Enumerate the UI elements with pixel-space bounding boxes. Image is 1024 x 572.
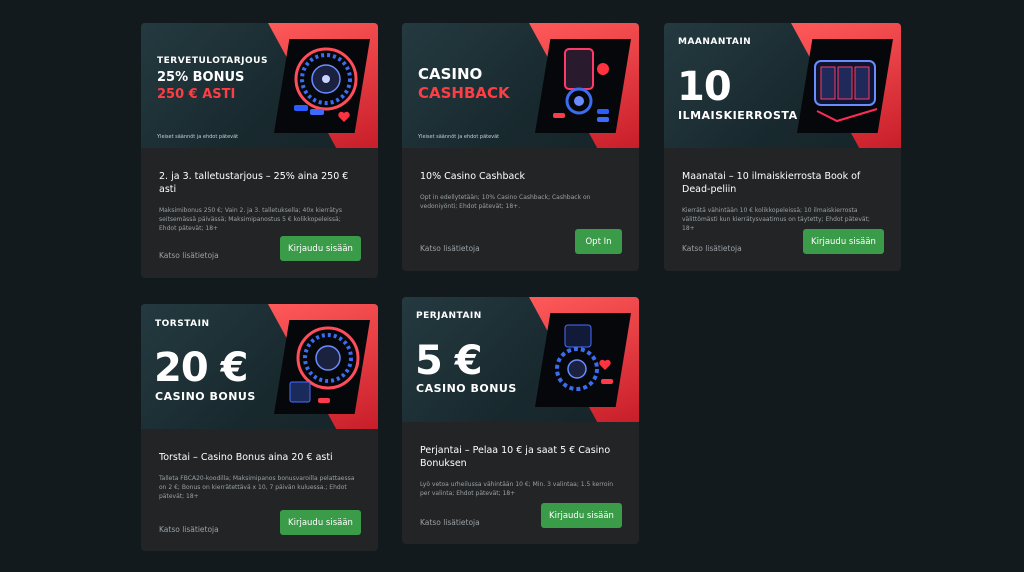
promo-title: 10% Casino Cashback bbox=[420, 171, 526, 182]
promo-card-thursday: TORSTAIN 20 € CASINO BONUS Torstai – Cas… bbox=[141, 304, 378, 551]
banner-big-number: 20 € bbox=[154, 345, 248, 391]
banner-subline: CASINO BONUS bbox=[155, 390, 256, 403]
banner-subline: ILMAISKIERROSTA bbox=[678, 109, 798, 122]
promo-description: Talleta FBCA20-koodilla; Maksimipanos bo… bbox=[159, 475, 355, 500]
promo-card-welcome: TERVETULOTARJOUS 25% BONUS 250 € ASTI Yl… bbox=[141, 23, 378, 278]
login-button[interactable]: Kirjaudu sisään bbox=[803, 229, 884, 254]
more-info-link[interactable]: Katso lisätietoja bbox=[159, 251, 219, 260]
promo-banner[interactable]: PERJANTAIN 5 € CASINO BONUS bbox=[402, 297, 639, 422]
banner-kicker: TORSTAIN bbox=[155, 319, 210, 329]
promo-card-cashback: CASINO CASHBACK Yleiset säännöt ja ehdot… bbox=[402, 23, 639, 271]
banner-kicker: MAANANTAIN bbox=[678, 37, 752, 47]
banner-kicker: PERJANTAIN bbox=[416, 311, 482, 321]
promo-banner[interactable]: MAANANTAIN 10 ILMAISKIERROSTA bbox=[664, 23, 901, 148]
banner-subline: CASINO BONUS bbox=[416, 382, 517, 395]
casino-chips-image bbox=[535, 313, 631, 407]
promo-title: Perjantai – Pelaa 10 € ja saat 5 € Casin… bbox=[420, 445, 611, 469]
promo-banner[interactable]: CASINO CASHBACK Yleiset säännöt ja ehdot… bbox=[402, 23, 639, 148]
login-button[interactable]: Kirjaudu sisään bbox=[541, 503, 622, 528]
banner-kicker: TERVETULOTARJOUS bbox=[157, 56, 268, 66]
slot-machine-image bbox=[535, 39, 631, 133]
more-info-link[interactable]: Katso lisätietoja bbox=[159, 525, 219, 534]
promo-description: Maksimibonus 250 €; Vain 2. ja 3. tallet… bbox=[159, 207, 342, 232]
banner-headline-accent: 250 € ASTI bbox=[157, 87, 236, 102]
promo-title: Torstai – Casino Bonus aina 20 € asti bbox=[159, 452, 333, 463]
slot-reels-image bbox=[797, 39, 893, 133]
opt-in-button[interactable]: Opt In bbox=[575, 229, 622, 254]
roulette-wheel-image bbox=[274, 320, 370, 414]
roulette-wheel-image bbox=[274, 39, 370, 133]
banner-terms: Yleiset säännöt ja ehdot pätevät bbox=[418, 134, 500, 140]
more-info-link[interactable]: Katso lisätietoja bbox=[420, 518, 480, 527]
promo-title: Maanatai – 10 ilmaiskierrosta Book of De… bbox=[682, 171, 861, 195]
promo-banner[interactable]: TERVETULOTARJOUS 25% BONUS 250 € ASTI Yl… bbox=[141, 23, 378, 148]
login-button[interactable]: Kirjaudu sisään bbox=[280, 510, 361, 535]
promo-card-friday: PERJANTAIN 5 € CASINO BONUS Perjantai – … bbox=[402, 297, 639, 544]
promo-banner[interactable]: TORSTAIN 20 € CASINO BONUS bbox=[141, 304, 378, 429]
banner-big-number: 10 bbox=[677, 64, 732, 110]
promo-title: 2. ja 3. talletustarjous – 25% aina 250 … bbox=[159, 171, 349, 195]
banner-headline: 25% BONUS bbox=[157, 70, 245, 85]
more-info-link[interactable]: Katso lisätietoja bbox=[682, 244, 742, 253]
promo-card-monday: MAANANTAIN 10 ILMAISKIERROSTA Maanatai –… bbox=[664, 23, 901, 271]
banner-big-number: 5 € bbox=[415, 338, 483, 384]
promo-description: Lyö vetoa urheilussa vähintään 10 €; Min… bbox=[420, 481, 614, 497]
banner-headline-accent: CASHBACK bbox=[418, 84, 510, 102]
promo-description: Opt in edellytetään; 10% Casino Cashback… bbox=[420, 194, 591, 210]
banner-headline: CASINO bbox=[418, 65, 483, 83]
banner-terms: Yleiset säännöt ja ehdot pätevät bbox=[157, 134, 239, 140]
more-info-link[interactable]: Katso lisätietoja bbox=[420, 244, 480, 253]
login-button[interactable]: Kirjaudu sisään bbox=[280, 236, 361, 261]
